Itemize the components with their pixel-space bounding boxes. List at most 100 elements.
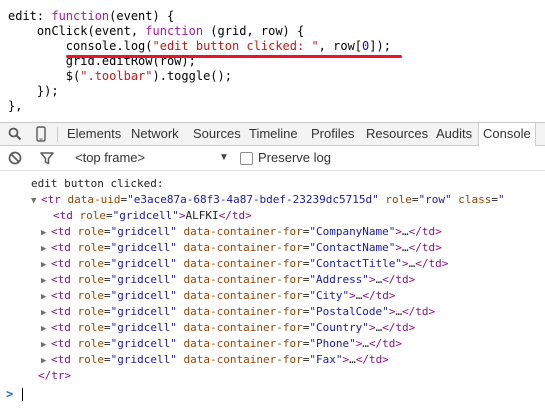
tag-end: </td> (402, 305, 436, 318)
code-token: "edit button clicked: " (152, 39, 319, 53)
attr-name: role (77, 353, 105, 366)
attr-name: role (385, 193, 412, 206)
search-icon[interactable] (4, 123, 26, 145)
attr-value: " (498, 193, 505, 206)
equals: = (104, 337, 111, 350)
code-line: onClick(event, function (grid, row) { (8, 23, 304, 39)
code-line: }, (8, 98, 22, 114)
expand-triangle-icon[interactable]: ▶ (41, 321, 51, 337)
code-token: ]); (369, 39, 391, 53)
ellipsis: … (349, 353, 356, 366)
tab-elements[interactable]: Elements (67, 123, 121, 145)
attr-value: "gridcell" (110, 257, 177, 270)
tab-network[interactable]: Network (131, 123, 179, 145)
attr-name: data-container-for (183, 353, 303, 366)
tag-name: <td (51, 257, 78, 270)
attr-value: "gridcell" (110, 241, 177, 254)
tag-name: <td (51, 353, 78, 366)
td-cell-row[interactable]: ▶ <td role="gridcell" data-container-for=… (41, 304, 435, 321)
td-first-cell[interactable]: <td role="gridcell">ALFKI</td> (53, 208, 252, 224)
expand-triangle-icon[interactable]: ▶ (41, 289, 51, 305)
expand-triangle-icon[interactable]: ▶ (41, 273, 51, 289)
attr-value: "gridcell" (112, 209, 179, 222)
tag-close: > (368, 321, 376, 334)
tag-name: <td (51, 225, 78, 238)
attr-name: role (77, 273, 105, 286)
attr-name: role (77, 321, 105, 334)
tag-name: <td (51, 321, 78, 334)
code-token: edit: (8, 9, 52, 23)
tab-timeline[interactable]: Timeline (249, 123, 298, 145)
equals: = (104, 353, 111, 366)
attr-name: data-container-for (183, 305, 303, 318)
expand-triangle-icon[interactable]: ▶ (41, 257, 51, 273)
cell-text: ALFKI (185, 209, 219, 222)
attr-name: data-uid (67, 193, 121, 206)
td-cell-row[interactable]: ▶ <td role="gridcell" data-container-for=… (41, 336, 402, 353)
td-cell-row[interactable]: ▶ <td role="gridcell" data-container-for=… (41, 256, 448, 273)
td-cell-row[interactable]: ▶ <td role="gridcell" data-container-for=… (41, 288, 395, 305)
tag-name: <td (51, 289, 78, 302)
dropdown-arrow-icon[interactable]: ▼ (219, 146, 229, 170)
code-token: onClick(event, (8, 24, 146, 38)
filter-icon[interactable] (37, 147, 57, 169)
equals: = (411, 193, 419, 206)
tag-end: </td> (355, 353, 389, 366)
td-cell-row[interactable]: ▶ <td role="gridcell" data-container-for=… (41, 272, 415, 289)
ellipsis: … (402, 241, 409, 254)
tab-console[interactable]: Console (478, 123, 536, 146)
attr-value: "e3ace87a-68f3-4a87-bdef-23239dc5715d" (127, 193, 379, 206)
code-token: (grid, row) { (203, 24, 305, 38)
tab-sources[interactable]: Sources (193, 123, 241, 145)
prompt-chevron-icon: > (6, 387, 14, 401)
preserve-log-label: Preserve log (258, 150, 331, 165)
ellipsis: … (402, 225, 409, 238)
attr-value: "CompanyName" (309, 225, 396, 238)
equals: = (104, 321, 111, 334)
clear-console-icon[interactable] (5, 147, 25, 169)
attr-name: data-container-for (183, 337, 303, 350)
tab-resources[interactable]: Resources (366, 123, 428, 145)
attr-name: role (77, 257, 105, 270)
tab-profiles[interactable]: Profiles (311, 123, 354, 145)
expand-triangle-icon[interactable]: ▶ (41, 337, 51, 353)
equals: = (104, 305, 111, 318)
td-cell-row[interactable]: ▶ <td role="gridcell" data-container-for=… (41, 240, 442, 257)
tag-end: </td> (382, 321, 416, 334)
console-input-caret[interactable] (22, 388, 23, 401)
attr-value: "ContactTitle" (309, 257, 403, 270)
devtools-tab-bar: Elements Network Sources Timeline Profil… (0, 122, 545, 146)
preserve-log-checkbox[interactable] (240, 152, 253, 165)
code-token: function (51, 9, 110, 23)
td-cell-row[interactable]: ▶ <td role="gridcell" data-container-for=… (41, 224, 442, 241)
code-token: $( (8, 69, 81, 83)
toolbar-divider (57, 127, 58, 142)
expand-triangle-icon[interactable]: ▶ (41, 225, 51, 241)
frame-select[interactable]: <top frame> (75, 146, 145, 170)
equals: = (104, 289, 111, 302)
tr-element-open[interactable]: ▼ <tr data-uid = "e3ace87a-68f3-4a87-bdef-2… (31, 192, 505, 209)
attr-value: "Phone" (309, 337, 356, 350)
attr-name: data-container-for (183, 225, 303, 238)
code-token: }); (8, 84, 59, 98)
equals: = (104, 257, 111, 270)
expand-triangle-icon[interactable]: ▶ (41, 241, 51, 257)
td-cell-row[interactable]: ▶ <td role="gridcell" data-container-for=… (41, 320, 415, 337)
tag-name: <td (51, 273, 78, 286)
tag-name: <tr (41, 193, 61, 206)
tag-end: </td> (408, 225, 442, 238)
expand-triangle-icon[interactable]: ▼ (31, 193, 41, 209)
td-cell-row[interactable]: ▶ <td role="gridcell" data-container-for=… (41, 352, 389, 369)
expand-triangle-icon[interactable]: ▶ (41, 305, 51, 321)
attr-name: data-container-for (183, 257, 303, 270)
device-mode-icon[interactable] (30, 123, 52, 145)
code-token: function (145, 24, 204, 38)
tab-audits[interactable]: Audits (436, 123, 472, 145)
attr-name: role (77, 305, 105, 318)
tag-end: </td> (415, 257, 449, 270)
tag-name: <td (51, 305, 78, 318)
tag-close: > (349, 289, 356, 302)
tag-name: <td (53, 209, 80, 222)
code-line: console.log("edit button clicked: ", row… (8, 38, 391, 54)
expand-triangle-icon[interactable]: ▶ (41, 353, 51, 369)
